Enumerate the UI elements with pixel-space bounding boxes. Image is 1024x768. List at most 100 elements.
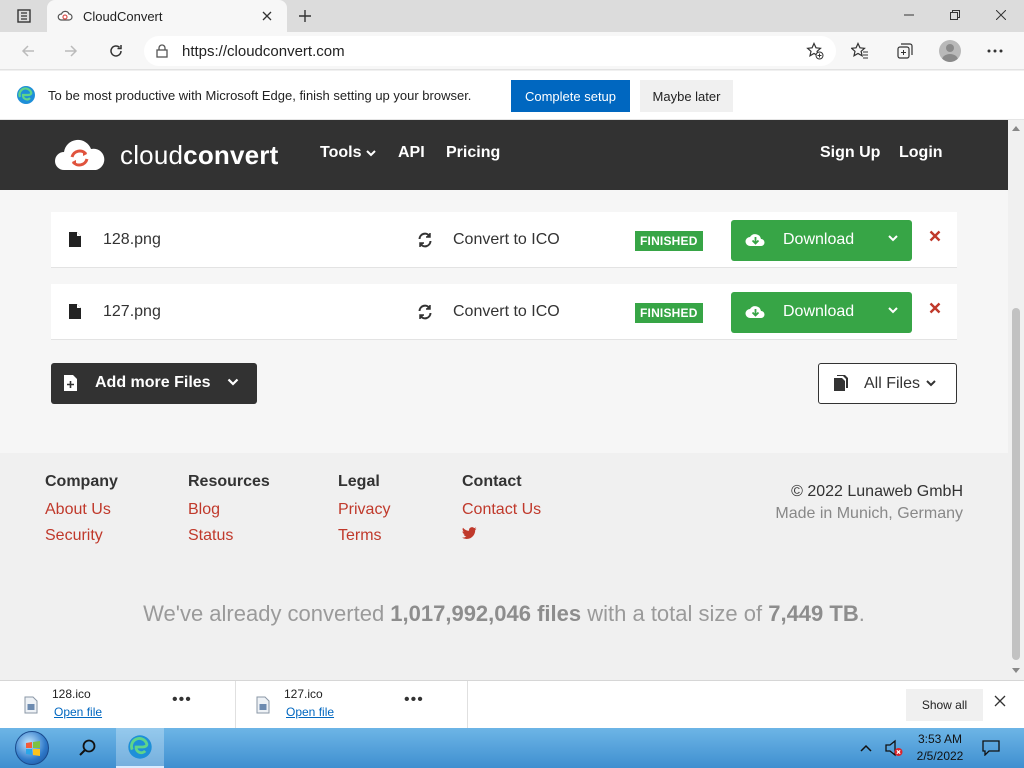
scrollbar-thumb[interactable]	[1012, 308, 1020, 660]
tray-chevron-icon[interactable]	[860, 728, 872, 768]
remove-file-icon[interactable]	[929, 302, 941, 314]
twitter-icon	[462, 527, 477, 539]
scroll-up-icon[interactable]	[1012, 126, 1020, 131]
footer-heading: Legal	[338, 473, 380, 490]
close-window-icon[interactable]	[978, 0, 1024, 30]
download-label: Download	[783, 303, 855, 320]
brand-logo[interactable]: cloudconvert	[54, 138, 278, 172]
new-tab-icon[interactable]	[292, 4, 318, 28]
complete-setup-button[interactable]: Complete setup	[511, 80, 630, 112]
close-tab-icon[interactable]	[257, 6, 277, 26]
settings-more-icon[interactable]	[980, 36, 1010, 66]
download-file-name: 127.ico	[284, 687, 323, 701]
tab-title: CloudConvert	[83, 8, 163, 24]
contact-us-link[interactable]: Contact Us	[462, 501, 541, 519]
more-options-icon[interactable]: •••	[172, 691, 192, 709]
file-row: 128.png Convert to ICO FINISHED Download	[51, 212, 957, 268]
add-favorite-icon[interactable]	[806, 42, 824, 60]
download-label: Download	[783, 231, 855, 248]
chevron-down-icon[interactable]	[888, 306, 898, 314]
nav-pricing[interactable]: Pricing	[446, 144, 500, 162]
nav-signup[interactable]: Sign Up	[820, 144, 880, 162]
start-button[interactable]	[12, 730, 52, 766]
edge-setup-infobar: To be most productive with Microsoft Edg…	[0, 71, 1024, 120]
security-link[interactable]: Security	[45, 527, 118, 545]
taskbar-clock[interactable]: 3:53 AM 2/5/2022	[908, 731, 972, 765]
page-viewport: cloudconvert Tools API Pricing Sign Up L…	[0, 120, 1008, 680]
url-text[interactable]: https://cloudconvert.com	[182, 43, 806, 60]
download-button[interactable]: Download	[731, 292, 912, 333]
page-scrollbar[interactable]	[1008, 120, 1024, 680]
file-icon	[69, 304, 81, 319]
brand-name-bold: convert	[183, 139, 279, 170]
maybe-later-button[interactable]: Maybe later	[640, 80, 733, 112]
show-all-button[interactable]: Show all	[906, 689, 983, 721]
remove-file-icon[interactable]	[929, 230, 941, 242]
twitter-link[interactable]	[462, 527, 541, 545]
browser-tab[interactable]: CloudConvert	[47, 0, 287, 32]
edge-logo-icon	[17, 86, 35, 104]
windows-logo-icon	[15, 731, 49, 765]
copyright-text: © 2022 Lunaweb GmbH	[791, 483, 963, 500]
status-badge: FINISHED	[635, 231, 703, 251]
lock-icon[interactable]	[156, 44, 168, 58]
made-in-text: Made in Munich, Germany	[775, 505, 963, 522]
infobar-message: To be most productive with Microsoft Edg…	[48, 87, 472, 103]
clock-time: 3:53 AM	[917, 732, 963, 746]
about-us-link[interactable]: About Us	[45, 501, 118, 519]
chevron-down-icon[interactable]	[888, 234, 898, 242]
close-shelf-icon[interactable]	[994, 695, 1006, 707]
profile-avatar[interactable]	[935, 36, 965, 66]
convert-target[interactable]: Convert to ICO	[453, 303, 560, 321]
download-shelf: 128.ico Open file ••• 127.ico Open file …	[0, 680, 1024, 729]
conversion-area: 128.png Convert to ICO FINISHED Download…	[0, 190, 1008, 453]
edge-logo-icon	[128, 735, 152, 759]
copyright-block: © 2022 Lunaweb GmbH Made in Munich, Germ…	[775, 483, 963, 523]
restore-icon[interactable]	[932, 0, 978, 30]
footer-contact: Contact Contact Us	[462, 473, 541, 553]
terms-link[interactable]: Terms	[338, 527, 390, 545]
taskbar-edge-button[interactable]	[116, 728, 164, 768]
footer-heading: Company	[45, 473, 118, 490]
blog-link[interactable]: Blog	[188, 501, 270, 519]
download-button[interactable]: Download	[731, 220, 912, 261]
favorites-icon[interactable]	[845, 36, 875, 66]
download-item[interactable]: 128.ico Open file •••	[4, 681, 236, 729]
minimize-icon[interactable]	[886, 0, 932, 30]
scroll-down-icon[interactable]	[1012, 668, 1020, 673]
forward-icon[interactable]	[56, 36, 86, 66]
collections-icon[interactable]	[890, 36, 920, 66]
all-files-button[interactable]: All Files	[818, 363, 957, 404]
open-file-link[interactable]: Open file	[54, 705, 102, 719]
footer-legal: Legal Privacy Terms	[338, 473, 390, 553]
address-bar[interactable]: https://cloudconvert.com	[144, 36, 836, 66]
add-more-files-button[interactable]: Add more Files	[51, 363, 257, 404]
volume-muted-icon[interactable]	[884, 728, 904, 768]
back-icon[interactable]	[13, 36, 43, 66]
stats-suffix: .	[858, 601, 865, 626]
cloud-download-icon	[745, 306, 765, 318]
nav-tools[interactable]: Tools	[320, 144, 376, 162]
refresh-icon[interactable]	[101, 36, 131, 66]
search-icon[interactable]	[76, 736, 100, 760]
stats-middle: with a total size of	[581, 601, 769, 626]
brand-name-light: cloud	[120, 139, 184, 170]
nav-login[interactable]: Login	[899, 144, 943, 162]
tab-actions-icon[interactable]	[8, 4, 40, 28]
clock-date: 2/5/2022	[916, 749, 964, 763]
nav-api[interactable]: API	[398, 144, 425, 162]
conversion-stats: We've already converted 1,017,992,046 fi…	[0, 601, 1008, 627]
more-options-icon[interactable]: •••	[404, 691, 424, 709]
notifications-icon[interactable]	[982, 728, 1000, 768]
privacy-link[interactable]: Privacy	[338, 501, 390, 519]
file-name: 127.png	[103, 303, 161, 320]
chevron-down-icon	[227, 378, 239, 386]
download-item[interactable]: 127.ico Open file •••	[236, 681, 468, 729]
all-files-label: All Files	[864, 375, 921, 392]
cloud-download-icon	[745, 234, 765, 246]
convert-target[interactable]: Convert to ICO	[453, 231, 560, 249]
file-row: 127.png Convert to ICO FINISHED Download	[51, 284, 957, 340]
open-file-link[interactable]: Open file	[286, 705, 334, 719]
cloudconvert-logo-icon	[55, 139, 105, 170]
status-link[interactable]: Status	[188, 527, 270, 545]
